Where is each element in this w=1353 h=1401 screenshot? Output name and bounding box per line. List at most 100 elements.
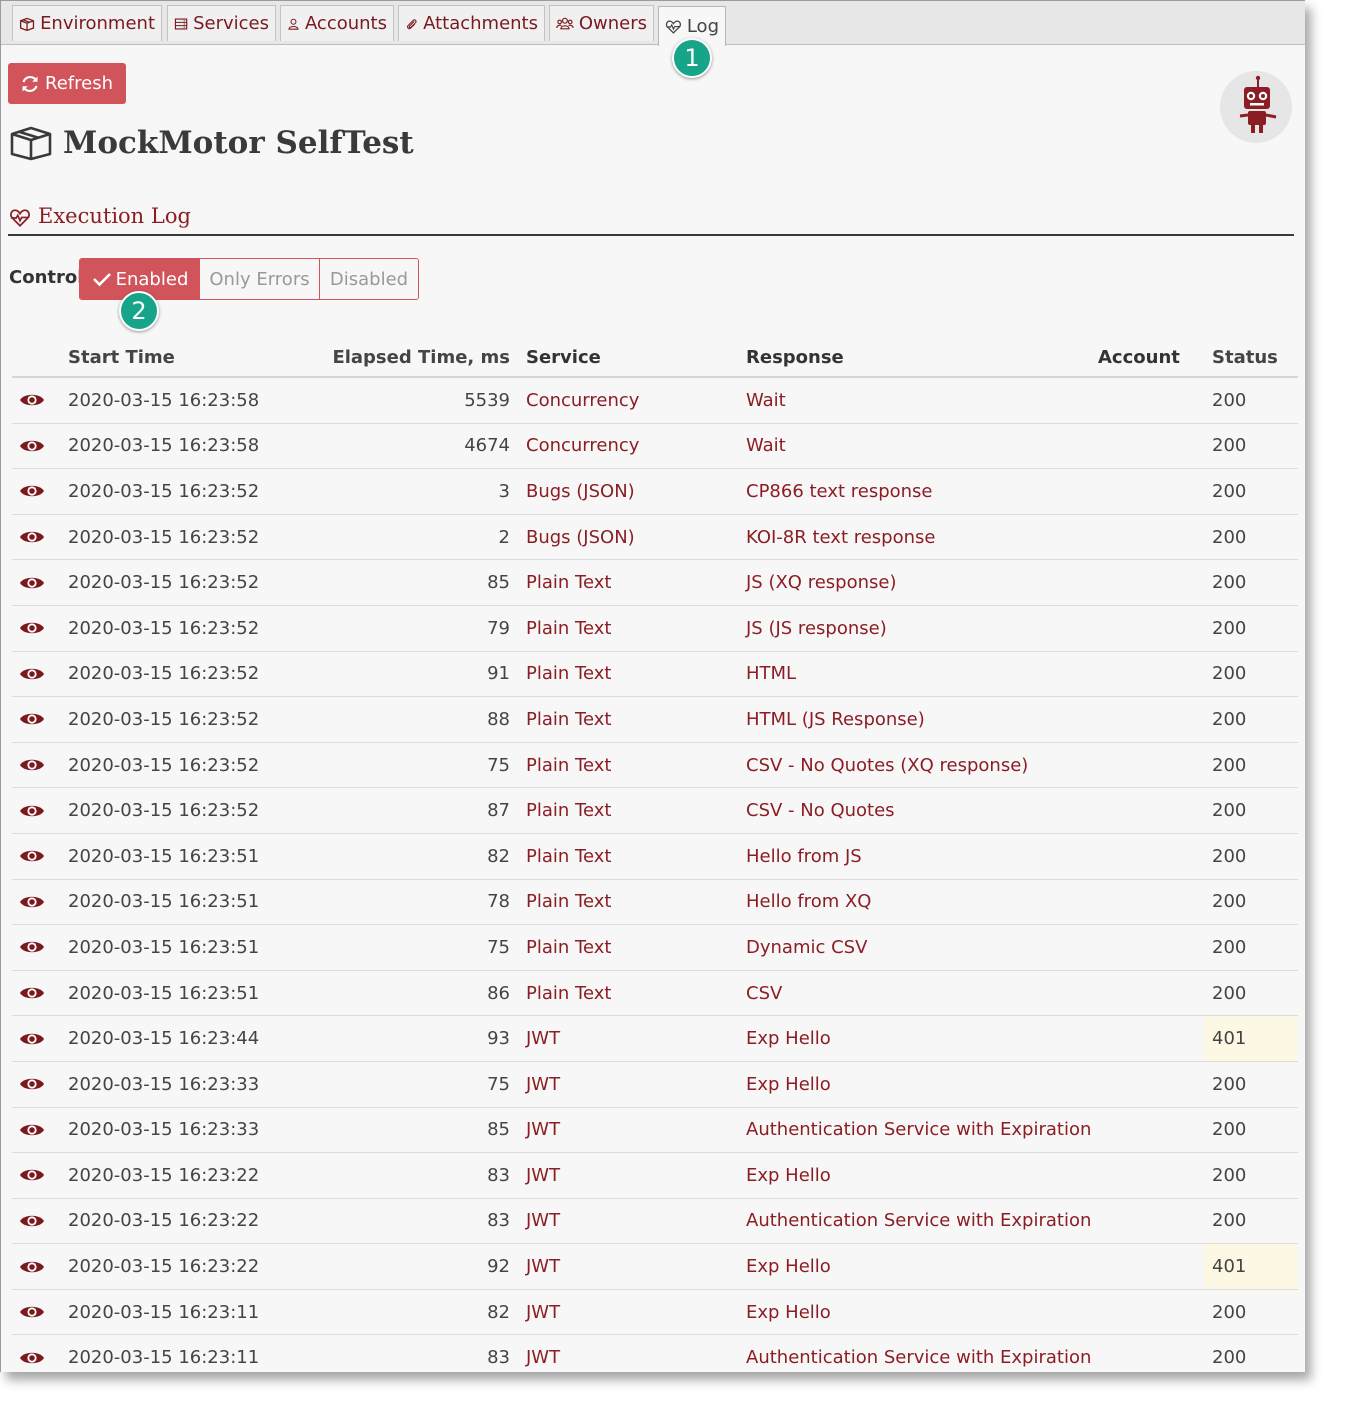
- service-link[interactable]: Plain Text: [526, 971, 611, 1016]
- service-link[interactable]: Plain Text: [526, 925, 611, 970]
- view-details-eye-icon[interactable]: [12, 424, 52, 469]
- service-link[interactable]: Plain Text: [526, 880, 611, 925]
- view-details-eye-icon[interactable]: [12, 788, 52, 833]
- view-details-eye-icon[interactable]: [12, 652, 52, 697]
- view-details-eye-icon[interactable]: [12, 1244, 52, 1289]
- response-link[interactable]: Hello from XQ: [746, 880, 871, 925]
- service-link[interactable]: Plain Text: [526, 560, 611, 605]
- table-row: 2020-03-15 16:23:22 83 JWT Authentication S…: [12, 1199, 1298, 1245]
- tab-label: Environment: [40, 13, 155, 34]
- column-header-status[interactable]: Status: [1204, 338, 1298, 376]
- view-details-eye-icon[interactable]: [12, 378, 52, 423]
- response-link[interactable]: HTML (JS Response): [746, 697, 925, 742]
- column-header-account[interactable]: Account: [1098, 338, 1180, 376]
- view-details-eye-icon[interactable]: [12, 560, 52, 605]
- start-time-cell: 2020-03-15 16:23:33: [68, 1073, 260, 1095]
- service-link[interactable]: JWT: [526, 1153, 560, 1198]
- service-link[interactable]: Concurrency: [526, 378, 639, 423]
- response-link[interactable]: Authentication Service with Expiration: [746, 1199, 1091, 1244]
- service-link[interactable]: Bugs (JSON): [526, 469, 635, 514]
- elapsed-time-cell: 82: [487, 845, 510, 867]
- service-link[interactable]: JWT: [526, 1290, 560, 1335]
- service-link[interactable]: JWT: [526, 1335, 560, 1372]
- tab-owners[interactable]: Owners: [549, 5, 654, 41]
- start-time-cell: 2020-03-15 16:23:11: [68, 1347, 260, 1369]
- service-link[interactable]: Plain Text: [526, 606, 611, 651]
- view-details-eye-icon[interactable]: [12, 1199, 52, 1244]
- start-time-cell: 2020-03-15 16:23:22: [68, 1210, 260, 1232]
- tab-label: Log: [686, 16, 719, 37]
- view-details-eye-icon[interactable]: [12, 834, 52, 879]
- response-link[interactable]: Exp Hello: [746, 1153, 831, 1198]
- elapsed-time-cell: 83: [487, 1164, 510, 1186]
- tab-accounts[interactable]: Accounts: [280, 5, 394, 41]
- response-link[interactable]: Wait: [746, 378, 786, 423]
- view-details-eye-icon[interactable]: [12, 1153, 52, 1198]
- response-link[interactable]: Authentication Service with Expiration: [746, 1335, 1091, 1372]
- response-link[interactable]: Exp Hello: [746, 1062, 831, 1107]
- service-link[interactable]: Concurrency: [526, 424, 639, 469]
- refresh-button[interactable]: Refresh: [8, 63, 126, 104]
- view-details-eye-icon[interactable]: [12, 1108, 52, 1153]
- table-row: 2020-03-15 16:23:52 2 Bugs (JSON) KOI-8R te…: [12, 515, 1298, 561]
- service-link[interactable]: JWT: [526, 1244, 560, 1289]
- response-link[interactable]: Exp Hello: [746, 1290, 831, 1335]
- start-time-cell: 2020-03-15 16:23:22: [68, 1164, 260, 1186]
- service-link[interactable]: Plain Text: [526, 743, 611, 788]
- response-link[interactable]: Exp Hello: [746, 1016, 831, 1061]
- view-details-eye-icon[interactable]: [12, 743, 52, 788]
- service-link[interactable]: JWT: [526, 1016, 560, 1061]
- service-link[interactable]: JWT: [526, 1199, 560, 1244]
- view-details-eye-icon[interactable]: [12, 697, 52, 742]
- table-row: 2020-03-15 16:23:52 79 Plain Text JS (JS re…: [12, 606, 1298, 652]
- response-link[interactable]: CP866 text response: [746, 469, 933, 514]
- service-link[interactable]: JWT: [526, 1062, 560, 1107]
- response-link[interactable]: KOI-8R text response: [746, 515, 935, 560]
- column-header-start-time[interactable]: Start Time: [68, 338, 175, 376]
- response-link[interactable]: Exp Hello: [746, 1244, 831, 1289]
- tab-services[interactable]: Services: [167, 5, 276, 41]
- start-time-cell: 2020-03-15 16:23:51: [68, 891, 260, 913]
- view-details-eye-icon[interactable]: [12, 515, 52, 560]
- view-details-eye-icon[interactable]: [12, 606, 52, 651]
- view-details-eye-icon[interactable]: [12, 1290, 52, 1335]
- section-header: Execution Log: [8, 204, 1294, 236]
- view-details-eye-icon[interactable]: [12, 469, 52, 514]
- elapsed-time-cell: 88: [487, 708, 510, 730]
- response-link[interactable]: CSV - No Quotes (XQ response): [746, 743, 1028, 788]
- control-label: Control: [9, 267, 84, 288]
- column-header-elapsed[interactable]: Elapsed Time, ms: [312, 338, 510, 376]
- response-link[interactable]: Dynamic CSV: [746, 925, 867, 970]
- response-link[interactable]: CSV - No Quotes: [746, 788, 895, 833]
- view-details-eye-icon[interactable]: [12, 1335, 52, 1372]
- response-link[interactable]: CSV: [746, 971, 782, 1016]
- table-row: 2020-03-15 16:23:11 83 JWT Authentication S…: [12, 1335, 1298, 1372]
- response-link[interactable]: Authentication Service with Expiration: [746, 1108, 1091, 1153]
- column-header-service[interactable]: Service: [526, 338, 601, 376]
- service-link[interactable]: JWT: [526, 1108, 560, 1153]
- response-link[interactable]: HTML: [746, 652, 796, 697]
- control-disabled-button[interactable]: Disabled: [319, 259, 418, 299]
- column-header-response[interactable]: Response: [746, 338, 844, 376]
- response-link[interactable]: JS (XQ response): [746, 560, 896, 605]
- box-icon: [19, 17, 35, 31]
- response-link[interactable]: Hello from JS: [746, 834, 862, 879]
- tab-attachments[interactable]: Attachments: [398, 5, 545, 41]
- elapsed-time-cell: 5539: [464, 389, 510, 411]
- service-link[interactable]: Bugs (JSON): [526, 515, 635, 560]
- service-link[interactable]: Plain Text: [526, 834, 611, 879]
- service-link[interactable]: Plain Text: [526, 697, 611, 742]
- view-details-eye-icon[interactable]: [12, 925, 52, 970]
- view-details-eye-icon[interactable]: [12, 1016, 52, 1061]
- view-details-eye-icon[interactable]: [12, 880, 52, 925]
- start-time-cell: 2020-03-15 16:23:51: [68, 845, 260, 867]
- tab-environment[interactable]: Environment: [12, 5, 162, 41]
- response-link[interactable]: Wait: [746, 424, 786, 469]
- control-only-errors-button[interactable]: Only Errors: [199, 259, 319, 299]
- response-link[interactable]: JS (JS response): [746, 606, 887, 651]
- view-details-eye-icon[interactable]: [12, 971, 52, 1016]
- robot-avatar[interactable]: [1220, 71, 1292, 143]
- service-link[interactable]: Plain Text: [526, 652, 611, 697]
- service-link[interactable]: Plain Text: [526, 788, 611, 833]
- view-details-eye-icon[interactable]: [12, 1062, 52, 1107]
